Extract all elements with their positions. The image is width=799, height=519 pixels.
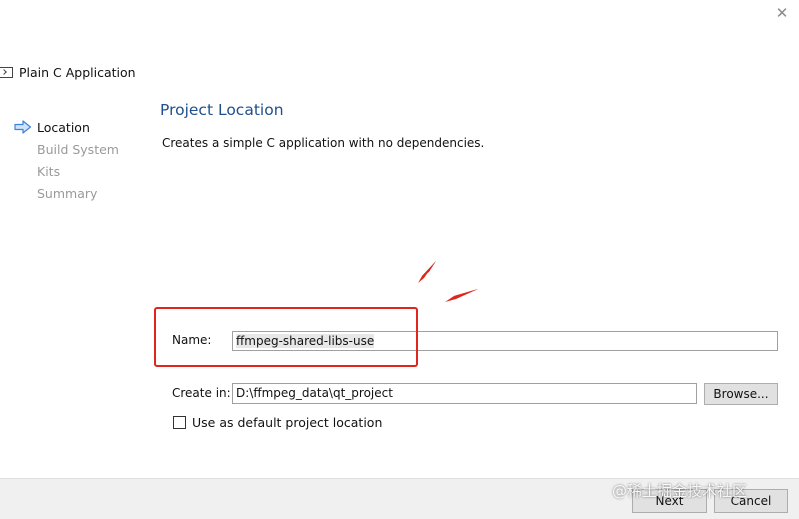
step-kits: Kits: [14, 160, 119, 182]
page-title: Project Location: [160, 101, 284, 119]
wizard-steps: Location Build System Kits Summary: [14, 116, 119, 204]
page-description: Creates a simple C application with no d…: [162, 136, 485, 150]
annotation-highlight-box: [154, 307, 418, 367]
default-location-label: Use as default project location: [192, 415, 383, 430]
step-summary: Summary: [14, 182, 119, 204]
wizard-title-label: Plain C Application: [19, 64, 136, 80]
next-button[interactable]: Next: [632, 489, 707, 513]
default-location-checkbox[interactable]: [173, 416, 186, 429]
step-location: Location: [14, 116, 119, 138]
close-icon[interactable]: ✕: [772, 4, 792, 22]
step-label: Build System: [37, 141, 119, 157]
step-label: Summary: [37, 185, 98, 201]
step-label: Kits: [37, 163, 61, 179]
cancel-button[interactable]: Cancel: [714, 489, 788, 513]
wizard-title: Plain C Application: [0, 62, 136, 82]
default-location-option[interactable]: Use as default project location: [173, 415, 382, 430]
step-label: Location: [37, 119, 90, 135]
current-step-arrow-icon: [14, 120, 32, 134]
create-in-input[interactable]: D:\ffmpeg_data\qt_project: [232, 383, 697, 404]
annotation-arrows-icon: [418, 261, 478, 302]
browse-button[interactable]: Browse...: [704, 383, 778, 405]
console-app-icon: [0, 66, 13, 78]
create-in-label: Create in:: [172, 386, 231, 400]
step-build-system: Build System: [14, 138, 119, 160]
